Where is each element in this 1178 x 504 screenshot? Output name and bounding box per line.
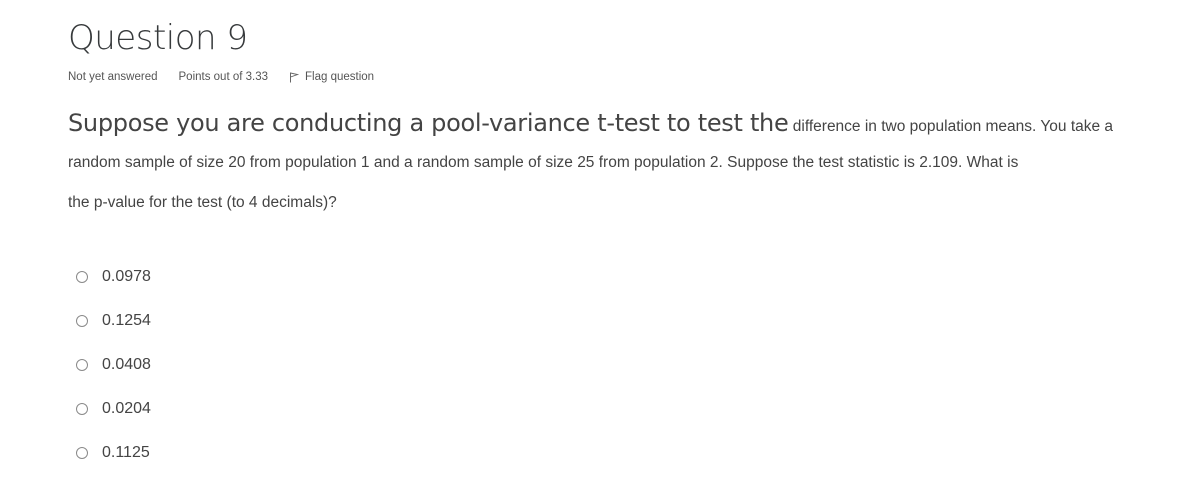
answer-label: 0.0204: [102, 400, 151, 417]
question-text: Suppose you are conducting a pool-varian…: [68, 103, 1138, 223]
answer-option[interactable]: 0.0408: [76, 343, 151, 387]
question-grade: Points out of 3.33: [178, 71, 269, 83]
radio-button[interactable]: [76, 359, 88, 371]
question-text-line-1: Suppose you are conducting a pool-varian…: [68, 103, 1138, 143]
question-text-large: Suppose you are conducting a pool-varian…: [68, 109, 789, 137]
flag-icon: [290, 71, 300, 82]
answer-option[interactable]: 0.0204: [76, 387, 151, 431]
question-text-small: difference in two population means. You …: [788, 118, 1114, 135]
question-info: Not yet answered Points out of 3.33 Flag…: [68, 69, 374, 85]
answer-option[interactable]: 0.0978: [76, 255, 151, 299]
radio-button[interactable]: [76, 447, 88, 459]
flag-question-link[interactable]: Flag question: [289, 69, 374, 85]
answer-option[interactable]: 0.1125: [76, 431, 151, 475]
answer-label: 0.0408: [102, 356, 151, 373]
radio-button[interactable]: [76, 315, 88, 327]
answer-option[interactable]: 0.1254: [76, 299, 151, 343]
answer-label: 0.1254: [102, 312, 151, 329]
answer-label: 0.0978: [102, 268, 151, 285]
flag-question-label: Flag question: [305, 71, 375, 83]
answer-label: 0.1125: [102, 444, 150, 461]
question-title: Question 9: [68, 18, 248, 58]
question-text-line-2: random sample of size 20 from population…: [68, 154, 1019, 171]
radio-button[interactable]: [76, 271, 88, 283]
answer-options: 0.0978 0.1254 0.0408 0.0204 0.1125: [76, 255, 151, 475]
question-text-line-3: the p-value for the test (to 4 decimals)…: [68, 194, 337, 211]
question-state: Not yet answered: [68, 71, 158, 83]
radio-button[interactable]: [76, 403, 88, 415]
